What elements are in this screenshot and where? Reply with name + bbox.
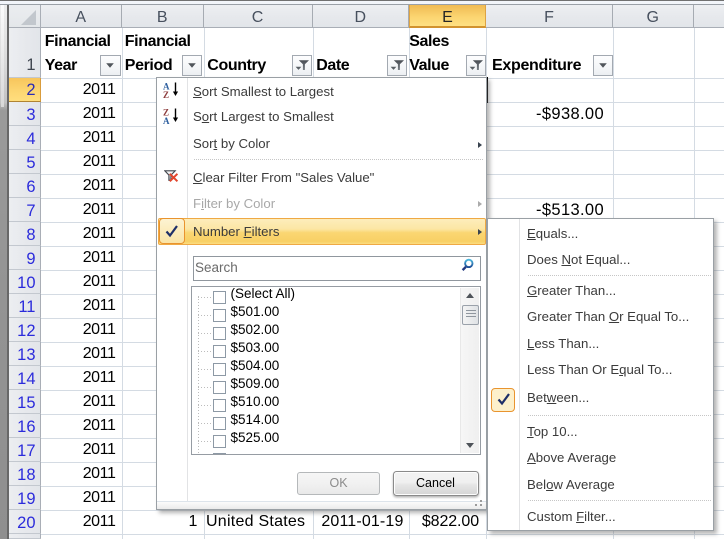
svg-text:A: A bbox=[163, 116, 170, 125]
svg-text:Z: Z bbox=[163, 90, 169, 99]
